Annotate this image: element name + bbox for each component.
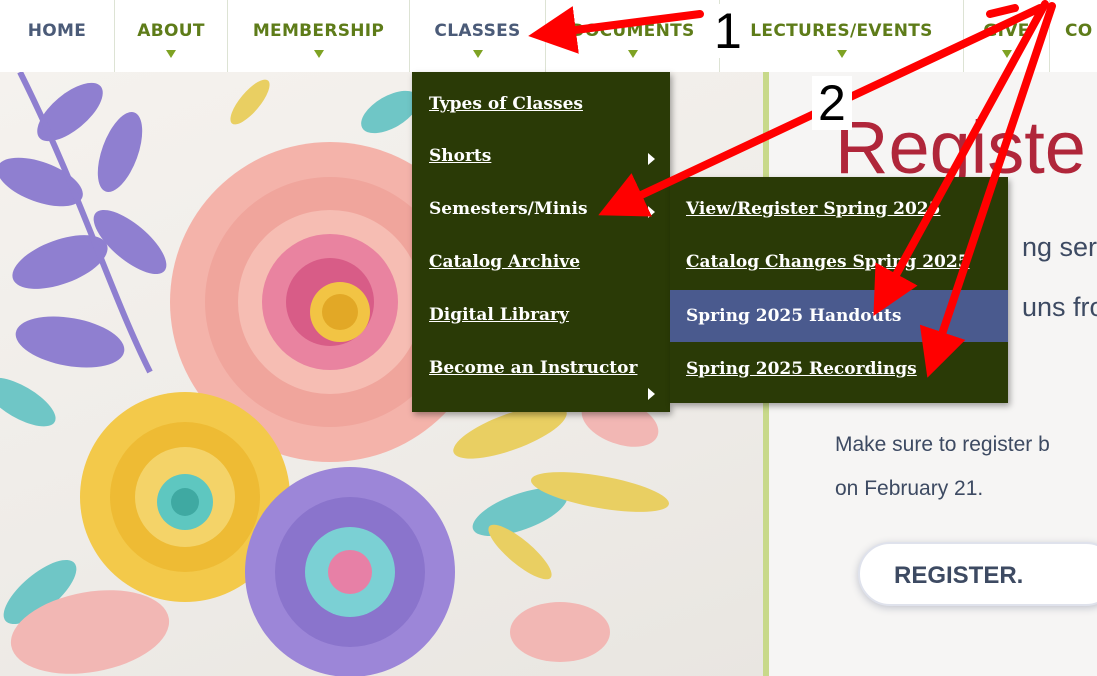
annotation-step-2: 2 [812,76,852,130]
submenu-item-spring-2025-recordings[interactable]: Spring 2025 Recordings [670,343,1008,395]
chevron-right-icon [648,388,655,400]
menu-item-catalog-archive[interactable]: Catalog Archive [412,238,670,288]
submenu-label-recordings: Spring 2025 Recordings [686,359,917,379]
menu-label-digital-library: Digital Library [429,305,569,325]
menu-item-digital-library[interactable]: Digital Library [412,291,670,341]
menu-item-semesters-minis[interactable]: Semesters/Minis [412,185,670,235]
nav-label-give: GIVE [983,21,1030,41]
menu-label-become-an-instructor: Become an Instructor [429,358,638,378]
nav-item-lectures-events[interactable]: LECTURES/EVENTS [720,0,964,72]
menu-label-semesters-minis: Semesters/Minis [429,199,588,219]
nav-label-home: HOME [27,21,87,41]
chevron-down-icon [836,50,847,58]
top-nav: HOME ABOUT MEMBERSHIP CLASSES DOCUMENTS … [0,0,1097,73]
submenu-label-catalog-changes: Catalog Changes Spring 2025 [686,252,970,272]
chevron-down-icon [1001,50,1012,58]
nav-label-documents: DOCUMENTS [570,21,695,41]
nav-item-home[interactable]: HOME [0,0,115,72]
submenu-label-view-register: View/Register Spring 2025 [686,199,941,219]
menu-label-types-of-classes: Types of Classes [429,94,583,114]
register-info-line-1: Make sure to register b [835,433,1050,456]
submenu-item-spring-2025-handouts[interactable]: Spring 2025 Handouts [670,290,1008,342]
nav-label-lectures-events: LECTURES/EVENTS [750,21,933,41]
panel-text-line-2: uns fro [1022,292,1097,322]
submenu-item-catalog-changes-spring-2025[interactable]: Catalog Changes Spring 2025 [670,236,1008,288]
menu-label-catalog-archive: Catalog Archive [429,252,581,272]
nav-item-documents[interactable]: DOCUMENTS [546,0,720,72]
menu-item-become-an-instructor[interactable]: Become an Instructor [412,344,670,404]
nav-label-contact: CO [1065,21,1093,41]
submenu-label-handouts: Spring 2025 Handouts [686,306,902,326]
nav-label-about: ABOUT [137,21,205,41]
nav-item-membership[interactable]: MEMBERSHIP [228,0,410,72]
chevron-right-icon [648,206,655,218]
chevron-right-icon [648,153,655,165]
panel-text-line-1: ng ser [1022,232,1097,262]
menu-label-shorts: Shorts [429,146,492,166]
nav-label-membership: MEMBERSHIP [252,21,385,41]
register-button-label: REGISTER. [894,562,1024,589]
chevron-down-icon [472,50,483,58]
nav-item-about[interactable]: ABOUT [115,0,228,72]
menu-item-types-of-classes[interactable]: Types of Classes [412,80,670,130]
chevron-down-icon [627,50,638,58]
chevron-down-icon [313,50,324,58]
register-info-line-2: on February 21. [835,477,984,500]
classes-dropdown-menu: Types of Classes Shorts Semesters/Minis … [412,72,670,412]
register-button[interactable]: REGISTER. [858,542,1097,606]
menu-item-shorts[interactable]: Shorts [412,132,670,182]
nav-label-classes: CLASSES [434,21,521,41]
annotation-step-1: 1 [708,4,748,58]
nav-item-give[interactable]: GIVE [964,0,1050,72]
nav-item-classes[interactable]: CLASSES [410,0,546,72]
chevron-down-icon [166,50,176,58]
submenu-item-view-register-spring-2025[interactable]: View/Register Spring 2025 [670,183,1008,235]
nav-item-contact[interactable]: CO [1050,0,1097,72]
semesters-submenu: View/Register Spring 2025 Catalog Change… [670,177,1008,403]
